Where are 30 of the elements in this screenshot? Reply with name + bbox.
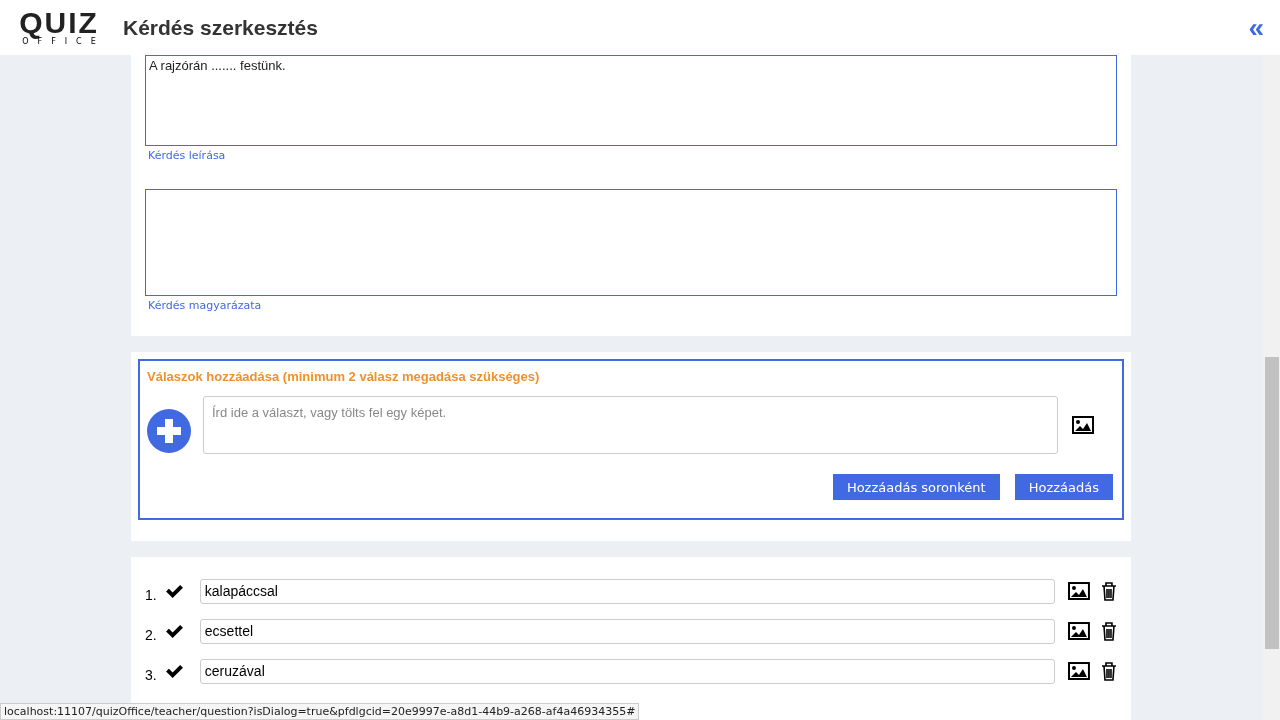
image-icon[interactable] bbox=[1068, 582, 1091, 600]
add-button[interactable]: Hozzáadás bbox=[1014, 474, 1113, 500]
answer-field[interactable]: ceruzával bbox=[199, 658, 1056, 684]
check-icon[interactable] bbox=[164, 663, 184, 679]
scrollbar[interactable] bbox=[1263, 55, 1280, 720]
logo: QUIZ OFFICE bbox=[18, 8, 100, 47]
question-field[interactable]: A rajzórán ....... festünk. bbox=[145, 55, 1117, 146]
trash-icon[interactable] bbox=[1101, 581, 1117, 601]
section-title: Válaszok hozzáadása (minimum 2 válasz megadása szükséges) bbox=[147, 369, 541, 384]
page-title: Kérdés szerkesztés bbox=[123, 15, 319, 40]
answer-field[interactable]: ecsettel bbox=[199, 618, 1056, 644]
check-icon[interactable] bbox=[164, 583, 184, 599]
answer-number: 2. bbox=[145, 627, 158, 643]
trash-icon[interactable] bbox=[1101, 661, 1117, 681]
trash-icon[interactable] bbox=[1101, 621, 1117, 641]
image-icon[interactable] bbox=[1072, 416, 1094, 434]
answer-field[interactable]: Írd ide a választ, vagy tölts fel egy képet. bbox=[203, 396, 1058, 454]
explanation-field[interactable] bbox=[145, 189, 1117, 296]
field-label: Kérdés magyarázata bbox=[148, 299, 263, 312]
answer-field[interactable]: kalapáccsal bbox=[199, 578, 1056, 604]
check-icon[interactable] bbox=[164, 623, 184, 639]
add-icon[interactable] bbox=[147, 409, 191, 453]
field-label: Kérdés leírása bbox=[148, 149, 227, 162]
status-url: localhost:11107/quizOffice/teacher/question?isDialog=true&pfdlgcid=20e9997e-a8d1-44b9-a268-af4a46934355# bbox=[0, 703, 640, 720]
image-icon[interactable] bbox=[1068, 622, 1091, 640]
image-icon[interactable] bbox=[1068, 662, 1091, 680]
answer-number: 1. bbox=[145, 587, 158, 603]
answer-number: 3. bbox=[145, 667, 158, 683]
add-button[interactable]: Hozzáadás soronként bbox=[832, 474, 1000, 500]
collapse-button[interactable]: « bbox=[1248, 13, 1264, 42]
